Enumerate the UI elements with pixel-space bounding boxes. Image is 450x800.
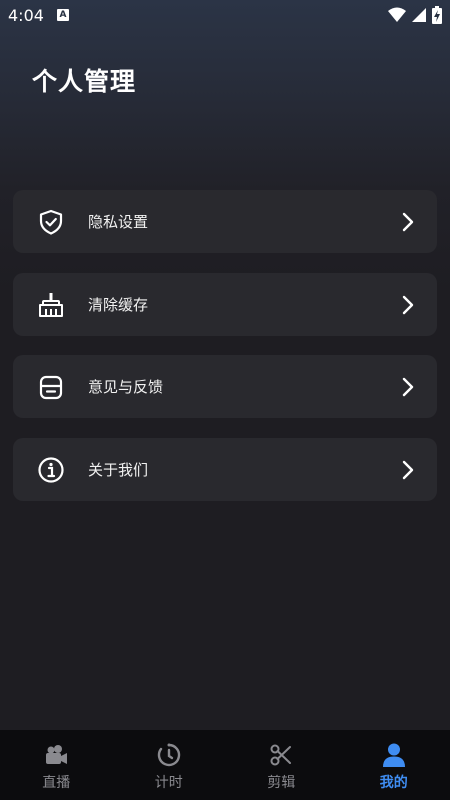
bottom-tab-bar: 直播 计时 剪辑 我的 (0, 730, 450, 800)
tab-label: 直播 (42, 775, 71, 791)
tab-mine[interactable]: 我的 (338, 730, 450, 800)
battery-icon (432, 6, 442, 24)
tab-live[interactable]: 直播 (0, 730, 113, 800)
status-bar: 4:04 A (0, 0, 450, 32)
status-time: 4:04 (8, 6, 44, 25)
menu-item-about-us[interactable]: 关于我们 (13, 438, 437, 501)
page-title: 个人管理 (32, 67, 137, 96)
chevron-right-icon (402, 295, 414, 315)
tab-editing[interactable]: 剪辑 (225, 730, 338, 800)
menu-item-label: 关于我们 (88, 461, 149, 479)
broom-icon (39, 293, 63, 317)
menu-item-clear-cache[interactable]: 清除缓存 (13, 273, 437, 336)
wifi-icon (388, 7, 406, 22)
tab-timer[interactable]: 计时 (113, 730, 226, 800)
tab-label: 我的 (379, 775, 408, 791)
menu-item-feedback[interactable]: 意见与反馈 (13, 355, 437, 418)
tab-label: 计时 (154, 775, 183, 791)
shield-icon (39, 209, 63, 235)
menu-item-label: 清除缓存 (88, 296, 149, 314)
menu-item-label: 隐私设置 (88, 213, 149, 231)
user-icon (382, 743, 405, 767)
status-icons (388, 6, 442, 24)
feedback-icon (39, 375, 63, 400)
scissors-icon (270, 744, 292, 766)
menu-item-label: 意见与反馈 (88, 378, 164, 396)
chevron-right-icon (402, 212, 414, 232)
chevron-right-icon (402, 377, 414, 397)
menu-item-privacy-settings[interactable]: 隐私设置 (13, 190, 437, 253)
tab-label: 剪辑 (267, 775, 296, 791)
video-camera-icon (46, 745, 68, 764)
chevron-right-icon (402, 460, 414, 480)
timer-icon (157, 743, 180, 767)
signal-icon (412, 8, 426, 22)
app-notification-badge: A (57, 9, 69, 21)
info-icon (38, 457, 64, 483)
